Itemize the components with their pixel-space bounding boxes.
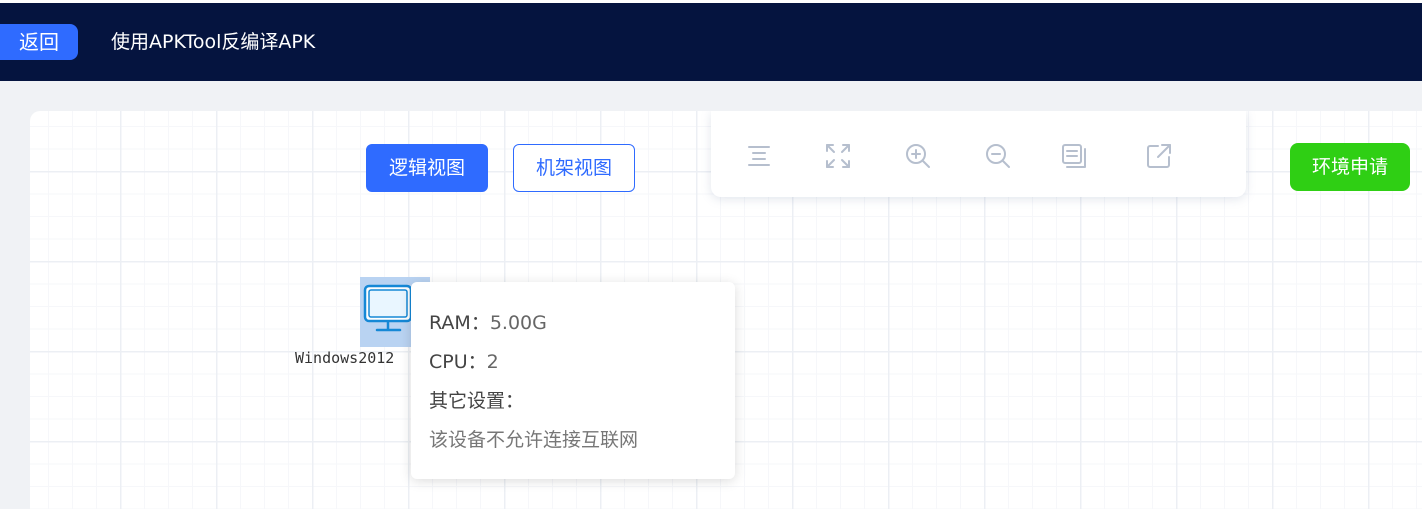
back-button[interactable]: 返回	[0, 24, 78, 60]
ram-key: RAM：	[429, 312, 490, 334]
cpu-value: 2	[486, 351, 499, 373]
cpu-key: CPU：	[429, 351, 487, 373]
logic-view-button[interactable]: 逻辑视图	[366, 144, 488, 192]
internet-note: 该设备不允许连接互联网	[429, 429, 639, 451]
other-settings-line: 其它设置：	[429, 386, 717, 425]
device-tooltip: RAM：5.00G CPU：2 其它设置： 该设备不允许连接互联网	[411, 282, 735, 479]
rack-view-button[interactable]: 机架视图	[513, 144, 635, 192]
canvas-toolbar	[711, 111, 1246, 197]
cpu-line: CPU：2	[429, 347, 717, 386]
environment-apply-button[interactable]: 环境申请	[1290, 143, 1410, 191]
other-settings-key: 其它设置：	[429, 390, 525, 412]
minimap-icon[interactable]	[1057, 139, 1091, 173]
ram-line: RAM：5.00G	[429, 308, 717, 347]
zoom-in-icon[interactable]	[901, 139, 935, 173]
external-link-icon[interactable]	[1142, 139, 1176, 173]
top-header: 返回 使用APKTool反编译APK	[0, 0, 1422, 81]
zoom-out-icon[interactable]	[981, 139, 1015, 173]
ram-value: 5.00G	[489, 312, 547, 334]
page-title: 使用APKTool反编译APK	[111, 31, 316, 53]
fullscreen-icon[interactable]	[821, 139, 855, 173]
align-center-icon[interactable]	[742, 139, 776, 173]
topology-canvas[interactable]: 逻辑视图 机架视图 环境申请 Windows2012 RAM：5.00G CPU…	[30, 111, 1422, 509]
device-node-label: Windows2012	[295, 349, 395, 367]
